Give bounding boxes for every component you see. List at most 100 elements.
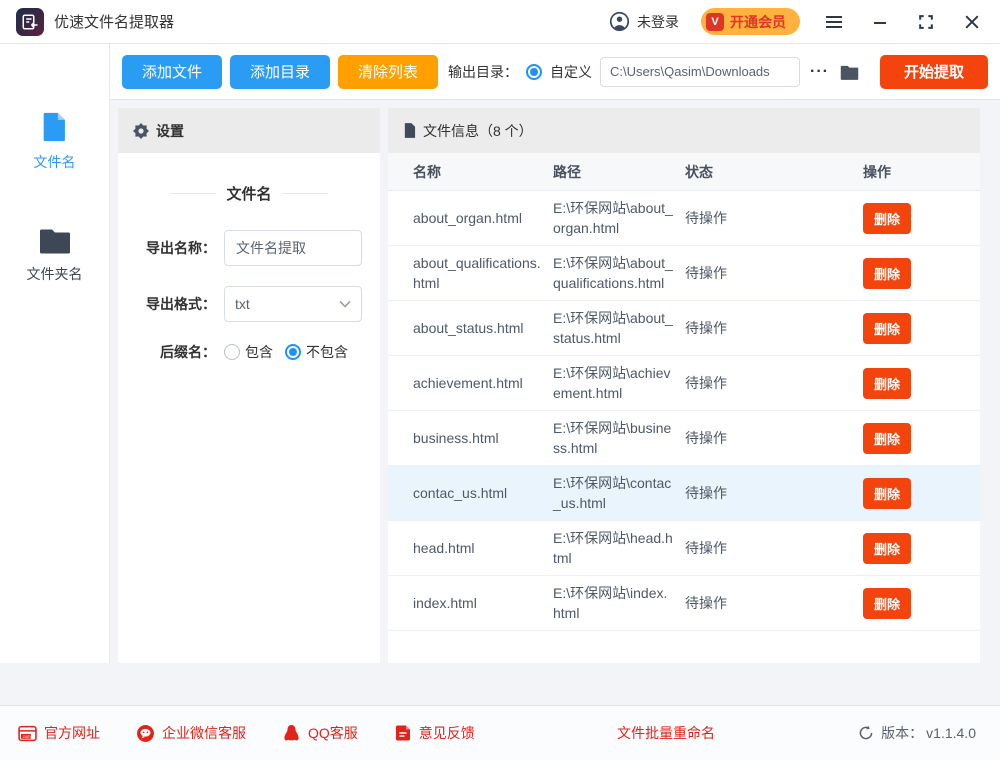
settings-title: 设置 (156, 121, 184, 141)
sidebar-item-label: 文件名 (34, 152, 76, 172)
suffix-exclude-label: 不包含 (306, 342, 348, 362)
app-logo-icon (16, 8, 44, 36)
website-icon: .com (18, 725, 37, 742)
file-info-header: 文件信息（8 个） (388, 108, 980, 153)
table-row[interactable]: achievement.html E:\环保网站\achievement.htm… (388, 356, 980, 411)
minimize-button[interactable] (868, 10, 892, 34)
official-site-link[interactable]: .com 官方网址 (18, 723, 100, 743)
open-folder-icon[interactable] (839, 63, 860, 81)
file-status-cell: 待操作 (685, 263, 863, 283)
export-name-label: 导出名称： (136, 238, 216, 258)
delete-button[interactable]: 删除 (863, 203, 911, 234)
qq-service-link[interactable]: QQ客服 (282, 723, 358, 743)
add-directory-button[interactable]: 添加目录 (230, 55, 330, 89)
export-format-label: 导出格式： (136, 294, 216, 314)
table-row[interactable]: about_qualifications.html E:\环保网站\about_… (388, 246, 980, 301)
vip-icon: V (706, 13, 724, 31)
user-icon (609, 11, 630, 32)
table-row[interactable]: head.html E:\环保网站\head.html 待操作 删除 (388, 521, 980, 576)
footer-bar: .com 官方网址 企业微信客服 QQ客服 (0, 705, 1000, 760)
add-files-button[interactable]: 添加文件 (122, 55, 222, 89)
file-path-cell: E:\环保网站\about_qualifications.html (553, 253, 685, 293)
table-row[interactable]: business.html E:\环保网站\business.html 待操作 … (388, 411, 980, 466)
delete-button[interactable]: 删除 (863, 588, 911, 619)
delete-button[interactable]: 删除 (863, 258, 911, 289)
bottom-gap (0, 663, 1000, 705)
delete-button[interactable]: 删除 (863, 368, 911, 399)
section-title-text: 文件名 (226, 183, 271, 204)
delete-button[interactable]: 删除 (863, 533, 911, 564)
qq-icon (282, 724, 301, 743)
suffix-include-radio[interactable] (224, 344, 240, 360)
feedback-link[interactable]: 意见反馈 (394, 723, 475, 743)
table-header-row: 名称 路径 状态 操作 (388, 153, 980, 191)
file-path-cell: E:\环保网站\business.html (553, 418, 685, 458)
delete-button[interactable]: 删除 (863, 313, 911, 344)
output-dir-label: 输出目录： (448, 62, 518, 82)
file-name-cell: business.html (413, 428, 553, 448)
file-status-cell: 待操作 (685, 373, 863, 393)
maximize-icon (919, 15, 933, 29)
export-name-input[interactable] (224, 230, 362, 266)
output-path-input[interactable] (600, 57, 800, 87)
sidebar-item-foldername[interactable]: 文件夹名 (27, 224, 83, 284)
file-path-cell: E:\环保网站\achievement.html (553, 363, 685, 403)
custom-output-radio[interactable] (526, 64, 542, 80)
file-name-cell: about_status.html (413, 318, 553, 338)
suffix-exclude-option[interactable]: 不包含 (285, 342, 348, 362)
column-header-name: 名称 (413, 162, 553, 182)
minimize-icon (873, 15, 887, 29)
suffix-label: 后缀名： (136, 342, 216, 362)
clear-list-button[interactable]: 清除列表 (338, 55, 438, 89)
app-title: 优速文件名提取器 (54, 11, 174, 32)
qq-service-label: QQ客服 (308, 723, 358, 743)
file-status-cell: 待操作 (685, 318, 863, 338)
maximize-button[interactable] (914, 10, 938, 34)
file-status-cell: 待操作 (685, 208, 863, 228)
file-path-cell: E:\环保网站\about_organ.html (553, 198, 685, 238)
table-row[interactable]: about_status.html E:\环保网站\about_status.h… (388, 301, 980, 356)
login-status[interactable]: 未登录 (609, 11, 679, 32)
delete-button[interactable]: 删除 (863, 423, 911, 454)
sidebar-item-filename[interactable]: 文件名 (34, 110, 76, 172)
wechat-icon (136, 724, 155, 743)
version-label: 版本： (881, 723, 923, 743)
file-name-cell: about_organ.html (413, 208, 553, 228)
start-extract-button[interactable]: 开始提取 (880, 55, 988, 89)
column-header-action: 操作 (863, 162, 966, 182)
menu-button[interactable] (822, 10, 846, 34)
suffix-exclude-radio[interactable] (285, 344, 301, 360)
export-format-select[interactable]: txt (224, 286, 362, 322)
sidebar: 文件名 文件夹名 (0, 44, 110, 663)
sidebar-item-label: 文件夹名 (27, 264, 83, 284)
close-icon (965, 15, 979, 29)
gear-icon (133, 123, 149, 139)
close-button[interactable] (960, 10, 984, 34)
title-bar: 优速文件名提取器 未登录 V 开通会员 (0, 0, 1000, 44)
table-row[interactable]: about_organ.html E:\环保网站\about_organ.htm… (388, 191, 980, 246)
batch-rename-link[interactable]: 文件批量重命名 (617, 723, 715, 743)
settings-section-title: 文件名 (136, 183, 362, 204)
file-name-cell: about_qualifications.html (413, 253, 553, 293)
table-row-highlighted[interactable]: contac_us.html E:\环保网站\contac_us.html 待操… (388, 466, 980, 521)
delete-button[interactable]: 删除 (863, 478, 911, 509)
divider-line (170, 193, 216, 194)
svg-text:.com: .com (22, 733, 31, 738)
file-path-cell: E:\环保网站\contac_us.html (553, 473, 685, 513)
feedback-label: 意见反馈 (419, 723, 475, 743)
feedback-icon (394, 724, 412, 742)
table-row[interactable]: index.html E:\环保网站\index.html 待操作 删除 (388, 576, 980, 631)
file-name-cell: index.html (413, 593, 553, 613)
refresh-icon[interactable] (858, 725, 874, 741)
browse-ellipsis-button[interactable]: ··· (808, 63, 831, 81)
suffix-include-option[interactable]: 包含 (224, 342, 273, 362)
file-name-cell: achievement.html (413, 373, 553, 393)
wechat-service-link[interactable]: 企业微信客服 (136, 723, 246, 743)
column-header-path: 路径 (553, 162, 685, 182)
settings-header: 设置 (118, 108, 380, 153)
export-format-value: txt (235, 296, 250, 312)
file-info-panel: 文件信息（8 个） 名称 路径 状态 操作 about_organ.html E… (388, 108, 980, 663)
open-vip-button[interactable]: V 开通会员 (701, 8, 800, 35)
folder-icon (37, 224, 73, 256)
divider-line (282, 193, 328, 194)
